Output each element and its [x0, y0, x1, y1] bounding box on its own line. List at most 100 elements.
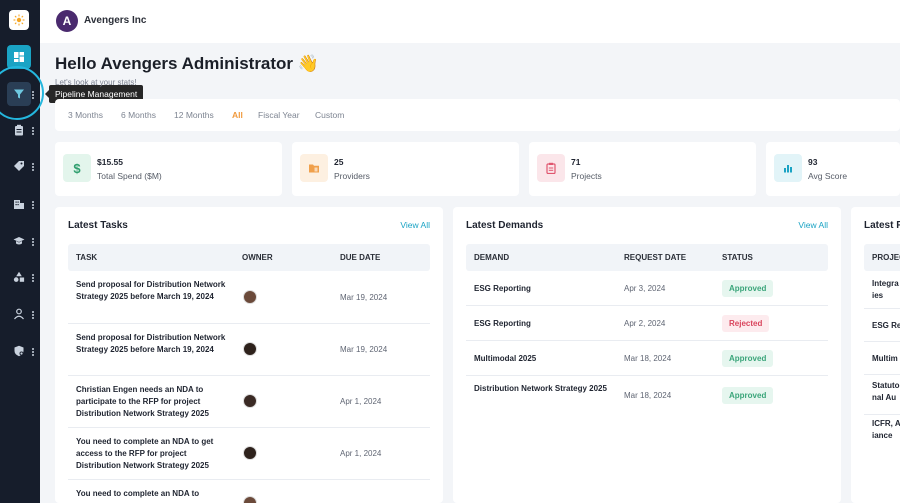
- learning-more-icon[interactable]: [32, 237, 36, 247]
- sidebar-item-security[interactable]: [7, 339, 31, 363]
- table-row[interactable]: Multim: [864, 342, 900, 375]
- sidebar: [0, 0, 44, 503]
- app-logo[interactable]: [9, 10, 29, 30]
- sidebar-item-tasks[interactable]: [7, 118, 31, 142]
- stat-label: Avg Score: [808, 171, 848, 181]
- dollar-icon: $: [63, 154, 91, 182]
- latest-projects-panel: Latest P PROJEC Integra ies ESG Re Multi…: [851, 207, 900, 503]
- folder-icon: [300, 154, 328, 182]
- latest-demands-panel: Latest Demands View All DEMAND REQUEST D…: [453, 207, 841, 503]
- stat-label: Total Spend ($M): [97, 171, 162, 181]
- sidebar-item-learning[interactable]: [7, 229, 31, 253]
- status-badge: Rejected: [722, 315, 770, 332]
- col-demand[interactable]: DEMAND: [474, 244, 509, 271]
- panel-title: Latest Tasks: [68, 220, 128, 231]
- filter-fiscal-year[interactable]: Fiscal Year: [258, 99, 300, 131]
- sidebar-item-users[interactable]: [7, 302, 31, 326]
- clipboard-icon: [15, 124, 23, 136]
- status-badge: Approved: [722, 350, 774, 367]
- graduation-cap-icon: [13, 237, 25, 245]
- table-row[interactable]: Statuto nal Au: [864, 375, 900, 415]
- request-date: Apr 3, 2024: [624, 284, 666, 293]
- table-row[interactable]: ESG Reporting Apr 2, 2024 Rejected: [466, 306, 828, 341]
- filter-all[interactable]: All: [228, 99, 247, 131]
- filter-3-months[interactable]: 3 Months: [68, 99, 103, 131]
- stat-card-total-spend[interactable]: $ $15.55 Total Spend ($M): [55, 142, 282, 196]
- clipboard-icon: [537, 154, 565, 182]
- col-project[interactable]: PROJEC: [872, 244, 900, 271]
- filter-icon: [14, 89, 24, 99]
- table-row[interactable]: ESG Re: [864, 309, 900, 342]
- col-status[interactable]: STATUS: [722, 244, 753, 271]
- providers-more-icon[interactable]: [32, 200, 36, 210]
- stat-label: Projects: [571, 171, 602, 181]
- col-request-date[interactable]: REQUEST DATE: [624, 244, 686, 271]
- projects-table-header: PROJEC: [864, 244, 900, 271]
- filter-12-months[interactable]: 12 Months: [174, 99, 214, 131]
- demands-view-all-link[interactable]: View All: [798, 220, 828, 230]
- sidebar-item-providers[interactable]: [7, 192, 31, 216]
- stat-card-providers[interactable]: 25 Providers: [292, 142, 519, 196]
- pipeline-more-icon[interactable]: [32, 90, 36, 100]
- panel-title: Latest Demands: [466, 220, 544, 231]
- shapes-more-icon[interactable]: [32, 273, 36, 283]
- table-row[interactable]: Send proposal for Distribution Network S…: [68, 271, 430, 324]
- table-row[interactable]: Distribution Network Strategy 2025 Mar 1…: [466, 376, 828, 416]
- stat-value: 25: [334, 157, 344, 167]
- sidebar-item-deals[interactable]: [7, 154, 31, 178]
- tasks-view-all-link[interactable]: View All: [400, 220, 430, 230]
- task-text: Send proposal for Distribution Network S…: [76, 333, 226, 354]
- project-name: ICFR, A iance: [872, 419, 900, 440]
- org-name[interactable]: Avengers Inc: [84, 15, 146, 26]
- due-date: Apr 1, 2024: [340, 449, 382, 458]
- owner-avatar[interactable]: [243, 290, 257, 304]
- sidebar-item-pipeline[interactable]: [7, 82, 31, 106]
- table-row[interactable]: You need to complete an NDA to: [68, 480, 430, 503]
- org-avatar[interactable]: A: [56, 10, 78, 32]
- task-text: You need to complete an NDA to get acces…: [76, 437, 214, 470]
- period-filter-bar: 3 Months 6 Months 12 Months All Fiscal Y…: [55, 99, 900, 131]
- task-text: Send proposal for Distribution Network S…: [76, 280, 226, 301]
- table-row[interactable]: ICFR, A iance: [864, 415, 900, 455]
- sidebar-item-shapes[interactable]: [7, 265, 31, 289]
- filter-6-months[interactable]: 6 Months: [121, 99, 156, 131]
- owner-avatar[interactable]: [243, 446, 257, 460]
- table-row[interactable]: Send proposal for Distribution Network S…: [68, 324, 430, 376]
- table-row[interactable]: ESG Reporting Apr 3, 2024 Approved: [466, 271, 828, 306]
- table-row[interactable]: Christian Engen needs an NDA to particip…: [68, 376, 430, 428]
- panel-title: Latest P: [864, 220, 900, 231]
- security-more-icon[interactable]: [32, 347, 36, 357]
- project-name: ESG Re: [872, 321, 900, 330]
- owner-avatar[interactable]: [243, 496, 257, 503]
- owner-avatar[interactable]: [243, 342, 257, 356]
- stat-value: 93: [808, 157, 818, 167]
- status-badge: Approved: [722, 387, 774, 404]
- table-row[interactable]: You need to complete an NDA to get acces…: [68, 428, 430, 480]
- tag-icon: [14, 161, 24, 171]
- demand-name: ESG Reporting: [474, 284, 531, 293]
- demand-name: Distribution Network Strategy 2025: [474, 384, 607, 393]
- col-task[interactable]: TASK: [76, 244, 97, 271]
- stat-label: Providers: [334, 171, 370, 181]
- tasks-more-icon[interactable]: [32, 126, 36, 136]
- table-row[interactable]: Multimodal 2025 Mar 18, 2024 Approved: [466, 341, 828, 376]
- table-row[interactable]: Integra ies: [864, 271, 900, 309]
- filter-custom[interactable]: Custom: [315, 99, 344, 131]
- users-more-icon[interactable]: [32, 310, 36, 320]
- user-icon: [14, 308, 24, 320]
- demands-table-header: DEMAND REQUEST DATE STATUS: [466, 244, 828, 271]
- project-name: Multim: [872, 354, 898, 363]
- owner-avatar[interactable]: [243, 394, 257, 408]
- shapes-icon: [13, 271, 25, 282]
- deals-more-icon[interactable]: [32, 162, 36, 172]
- request-date: Mar 18, 2024: [624, 391, 672, 400]
- page-title: Hello Avengers Administrator 👋: [55, 54, 319, 73]
- bar-chart-icon: [774, 154, 802, 182]
- stat-card-projects[interactable]: 71 Projects: [529, 142, 756, 196]
- request-date: Mar 18, 2024: [624, 354, 672, 363]
- col-owner[interactable]: OWNER: [242, 244, 273, 271]
- top-bar: A Avengers Inc: [40, 0, 900, 43]
- col-due-date[interactable]: DUE DATE: [340, 244, 380, 271]
- stat-card-avg-score[interactable]: 93 Avg Score: [766, 142, 900, 196]
- shield-settings-icon: [14, 345, 24, 357]
